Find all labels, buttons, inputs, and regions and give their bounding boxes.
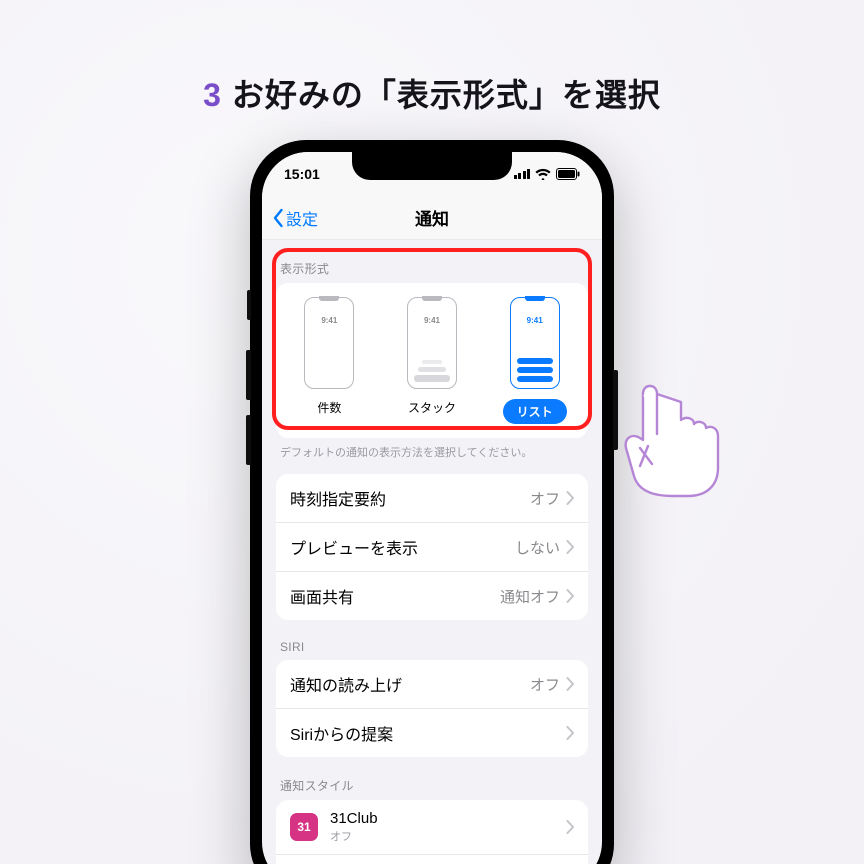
app-icon: 31: [290, 813, 318, 841]
step-number: 3: [203, 77, 222, 113]
section-header-display-as: 表示形式: [262, 240, 602, 283]
row-value: オフ: [530, 674, 560, 695]
chevron-right-icon: [566, 726, 574, 740]
volume-down: [246, 415, 251, 465]
section-header-apps: 通知スタイル: [262, 757, 602, 800]
display-as-label: 件数: [317, 399, 341, 416]
status-right: [514, 168, 581, 180]
display-as-picker: 9:41 件数 9:41 スタック 9:41 リスト: [276, 283, 588, 438]
app-row[interactable]: 31 31Club オフ: [276, 800, 588, 855]
settings-row[interactable]: 画面共有 通知オフ: [276, 572, 588, 620]
settings-row[interactable]: プレビューを表示 しない: [276, 523, 588, 572]
siri-group: 通知の読み上げ オフ Siriからの提案: [276, 660, 588, 757]
chevron-right-icon: [566, 820, 574, 834]
chevron-right-icon: [566, 540, 574, 554]
row-label: 時刻指定要約: [290, 486, 530, 510]
phone-mockup: 15:01 設定 通知 表示形式: [250, 140, 614, 864]
display-as-preview: 9:41: [510, 297, 560, 389]
settings-group-1: 時刻指定要約 オフ プレビューを表示 しない 画面共有 通知オフ: [276, 474, 588, 620]
back-button[interactable]: 設定: [272, 196, 318, 239]
app-name: 31Club: [330, 810, 566, 828]
display-as-option[interactable]: 9:41 リスト: [485, 297, 584, 424]
battery-icon: [556, 168, 580, 180]
phone-screen: 15:01 設定 通知 表示形式: [262, 152, 602, 864]
section-header-siri: SIRI: [262, 620, 602, 660]
row-value: しない: [515, 537, 560, 558]
mute-switch: [247, 290, 251, 320]
row-label: 通知の読み上げ: [290, 672, 530, 696]
row-value: オフ: [530, 488, 560, 509]
display-as-preview: 9:41: [407, 297, 457, 389]
row-label: Siriからの提案: [290, 721, 560, 745]
chevron-right-icon: [566, 589, 574, 603]
back-label: 設定: [286, 206, 318, 230]
display-as-option[interactable]: 9:41 スタック: [383, 297, 482, 424]
settings-row[interactable]: 時刻指定要約 オフ: [276, 474, 588, 523]
nav-bar: 設定 通知: [262, 196, 602, 240]
scroll-content[interactable]: 表示形式 9:41 件数 9:41 スタック 9:41: [262, 240, 602, 864]
row-label: プレビューを表示: [290, 535, 515, 559]
chevron-right-icon: [566, 677, 574, 691]
display-as-preview: 9:41: [304, 297, 354, 389]
display-as-option[interactable]: 9:41 件数: [280, 297, 379, 424]
chevron-left-icon: [272, 208, 284, 228]
app-text: 31Club オフ: [330, 810, 566, 844]
step-text: お好みの「表示形式」を選択: [232, 77, 661, 113]
display-as-card: 9:41 件数 9:41 スタック 9:41 リスト: [276, 283, 588, 438]
notch: [352, 152, 512, 180]
app-row[interactable]: App Store バナー、サウンド、バッジ: [276, 855, 588, 864]
status-time: 15:01: [284, 166, 320, 182]
apps-group: 31 31Club オフ App Store バナー、サウンド、バッジ Appl…: [276, 800, 588, 864]
wifi-icon: [535, 168, 551, 180]
volume-up: [246, 350, 251, 400]
pointer-hand-icon: [618, 378, 728, 498]
nav-title: 通知: [415, 205, 449, 230]
settings-row[interactable]: Siriからの提案: [276, 709, 588, 757]
app-sub: オフ: [330, 828, 566, 844]
cellular-icon: [514, 169, 531, 179]
row-value: 通知オフ: [500, 586, 560, 607]
row-label: 画面共有: [290, 584, 500, 608]
display-as-label: スタック: [408, 399, 456, 416]
display-as-label: リスト: [503, 399, 567, 424]
settings-row[interactable]: 通知の読み上げ オフ: [276, 660, 588, 709]
instruction-heading: 3 お好みの「表示形式」を選択: [0, 70, 864, 116]
section-footer-display-as: デフォルトの通知の表示方法を選択してください。: [262, 438, 602, 474]
chevron-right-icon: [566, 491, 574, 505]
